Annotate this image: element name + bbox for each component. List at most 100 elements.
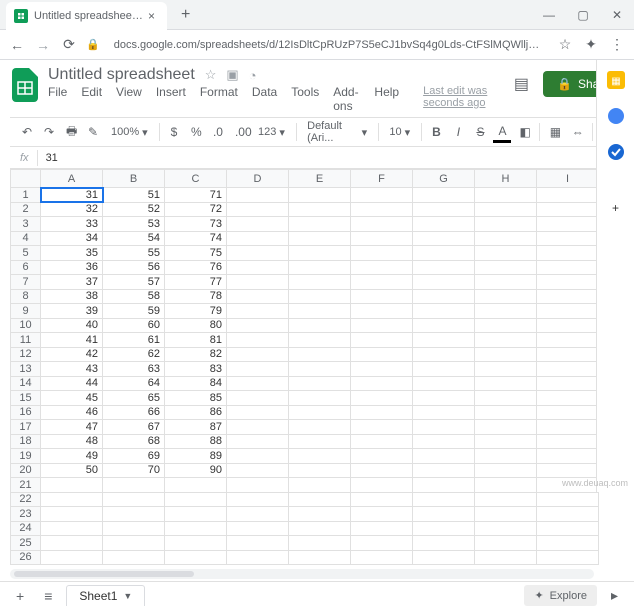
cell[interactable] — [413, 231, 475, 246]
row-header[interactable]: 3 — [11, 217, 41, 232]
cell[interactable] — [103, 492, 165, 507]
cell[interactable] — [227, 376, 289, 391]
cell[interactable] — [351, 362, 413, 377]
tasks-addon-icon[interactable] — [606, 142, 626, 162]
cell[interactable] — [227, 434, 289, 449]
row-header[interactable]: 6 — [11, 260, 41, 275]
cell[interactable] — [289, 289, 351, 304]
cell[interactable]: 87 — [165, 420, 227, 435]
cell[interactable] — [227, 536, 289, 551]
cell[interactable] — [289, 478, 351, 493]
cell[interactable] — [289, 405, 351, 420]
cell[interactable]: 50 — [41, 463, 103, 478]
more-formats-dropdown[interactable]: 123▾ — [253, 124, 290, 141]
cell[interactable] — [413, 521, 475, 536]
row-header[interactable]: 12 — [11, 347, 41, 362]
cell[interactable] — [227, 260, 289, 275]
italic-icon[interactable]: I — [449, 123, 467, 141]
cell[interactable] — [165, 492, 227, 507]
cell[interactable]: 32 — [41, 202, 103, 217]
cell[interactable] — [537, 188, 599, 203]
cell[interactable] — [413, 202, 475, 217]
cell[interactable]: 40 — [41, 318, 103, 333]
row-header[interactable]: 1 — [11, 188, 41, 203]
cell[interactable]: 69 — [103, 449, 165, 464]
cell[interactable]: 67 — [103, 420, 165, 435]
cell[interactable] — [227, 217, 289, 232]
cell[interactable] — [227, 521, 289, 536]
cell[interactable] — [413, 217, 475, 232]
cell[interactable] — [537, 405, 599, 420]
cell[interactable]: 36 — [41, 260, 103, 275]
cell[interactable] — [227, 289, 289, 304]
row-header[interactable]: 15 — [11, 391, 41, 406]
cell[interactable] — [537, 260, 599, 275]
cell[interactable] — [289, 333, 351, 348]
cell[interactable] — [351, 463, 413, 478]
cell[interactable] — [537, 420, 599, 435]
cell[interactable] — [475, 289, 537, 304]
last-edit-label[interactable]: Last edit was seconds ago — [423, 85, 502, 113]
cell[interactable]: 42 — [41, 347, 103, 362]
cell[interactable]: 74 — [165, 231, 227, 246]
row-header[interactable]: 22 — [11, 492, 41, 507]
cell[interactable] — [351, 347, 413, 362]
cell[interactable]: 58 — [103, 289, 165, 304]
cell[interactable] — [227, 347, 289, 362]
cell[interactable]: 51 — [103, 188, 165, 203]
undo-icon[interactable]: ↶ — [18, 123, 36, 141]
cell[interactable]: 34 — [41, 231, 103, 246]
cell[interactable] — [413, 347, 475, 362]
cell[interactable] — [103, 478, 165, 493]
cell[interactable] — [165, 521, 227, 536]
cell[interactable]: 43 — [41, 362, 103, 377]
back-icon[interactable]: ← — [8, 37, 26, 53]
cell[interactable] — [227, 318, 289, 333]
cell[interactable] — [289, 217, 351, 232]
cell[interactable] — [537, 289, 599, 304]
cell[interactable] — [475, 536, 537, 551]
cell[interactable] — [537, 304, 599, 319]
cell[interactable] — [413, 492, 475, 507]
minimize-icon[interactable]: — — [532, 1, 566, 29]
cell[interactable]: 75 — [165, 246, 227, 261]
bold-icon[interactable]: B — [427, 123, 445, 141]
cell[interactable] — [289, 550, 351, 565]
cell[interactable]: 31 — [41, 188, 103, 203]
cell[interactable] — [413, 420, 475, 435]
cell[interactable] — [351, 202, 413, 217]
cell[interactable] — [475, 420, 537, 435]
sheet-tab[interactable]: Sheet1 ▼ — [66, 585, 145, 606]
star-doc-icon[interactable]: ☆ — [205, 67, 217, 83]
cell[interactable] — [41, 478, 103, 493]
cell[interactable] — [227, 304, 289, 319]
cell[interactable] — [289, 275, 351, 290]
paint-format-icon[interactable]: ✎ — [84, 123, 102, 141]
cell[interactable] — [289, 318, 351, 333]
cell[interactable] — [289, 260, 351, 275]
cell[interactable] — [413, 188, 475, 203]
cell[interactable]: 52 — [103, 202, 165, 217]
menu-format[interactable]: Format — [200, 85, 238, 113]
cell[interactable] — [475, 347, 537, 362]
cell[interactable]: 85 — [165, 391, 227, 406]
cell[interactable] — [165, 536, 227, 551]
cell[interactable] — [227, 405, 289, 420]
menu-edit[interactable]: Edit — [81, 85, 102, 113]
cell[interactable] — [537, 391, 599, 406]
cell[interactable] — [227, 492, 289, 507]
cell[interactable] — [537, 449, 599, 464]
row-header[interactable]: 18 — [11, 434, 41, 449]
cell[interactable] — [475, 362, 537, 377]
row-header[interactable]: 24 — [11, 521, 41, 536]
cell[interactable] — [537, 217, 599, 232]
cell[interactable]: 78 — [165, 289, 227, 304]
cell[interactable] — [351, 376, 413, 391]
cell[interactable] — [227, 275, 289, 290]
cell[interactable] — [165, 507, 227, 522]
cell[interactable] — [351, 507, 413, 522]
row-header[interactable]: 17 — [11, 420, 41, 435]
cell[interactable]: 66 — [103, 405, 165, 420]
cell[interactable] — [413, 449, 475, 464]
row-header[interactable]: 21 — [11, 478, 41, 493]
